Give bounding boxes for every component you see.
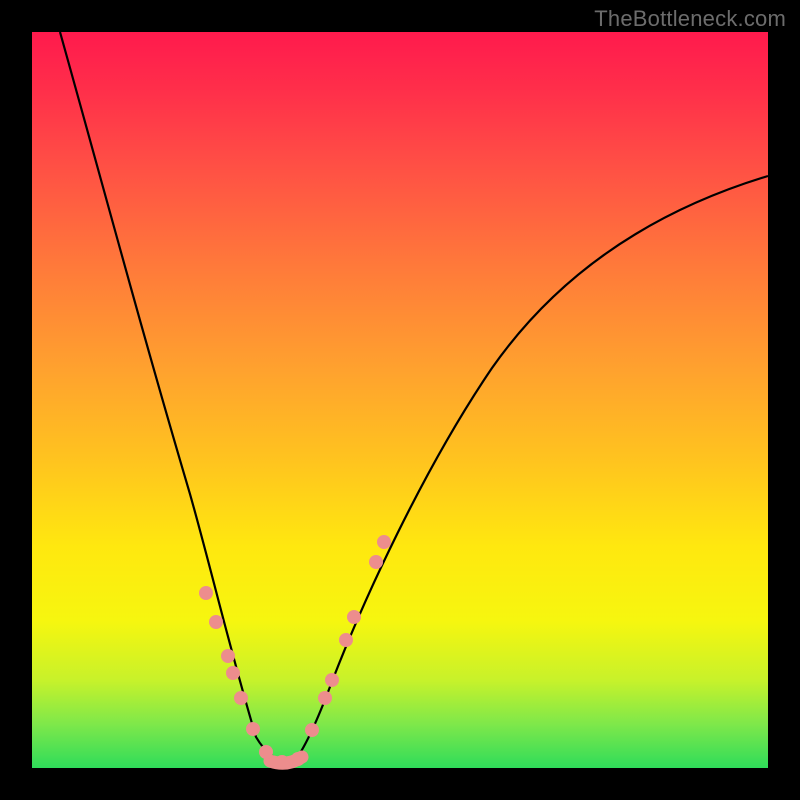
plot-area — [32, 32, 768, 768]
marker-group — [199, 535, 391, 769]
marker-dot — [377, 535, 391, 549]
curve-right-branch — [294, 176, 768, 762]
marker-dot — [347, 610, 361, 624]
marker-dot — [221, 649, 235, 663]
marker-dot — [259, 745, 273, 759]
marker-dot — [199, 586, 213, 600]
marker-dot — [339, 633, 353, 647]
marker-dot — [305, 723, 319, 737]
marker-dot — [291, 752, 305, 766]
marker-dot — [369, 555, 383, 569]
marker-dot — [246, 722, 260, 736]
marker-dot — [234, 691, 248, 705]
marker-dot — [318, 691, 332, 705]
marker-dot — [325, 673, 339, 687]
marker-dot — [209, 615, 223, 629]
marker-dot — [226, 666, 240, 680]
marker-dot — [275, 755, 289, 769]
chart-svg — [32, 32, 768, 768]
chart-frame: TheBottleneck.com — [0, 0, 800, 800]
curve-left-branch — [60, 32, 294, 762]
watermark-text: TheBottleneck.com — [594, 6, 786, 32]
